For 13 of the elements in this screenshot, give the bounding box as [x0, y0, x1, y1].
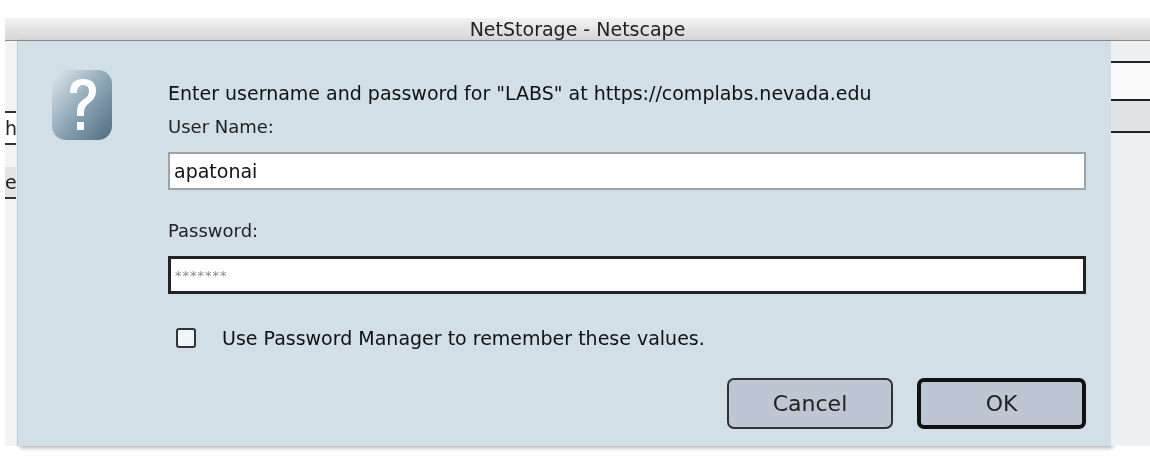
- text-fragment: e: [5, 167, 16, 199]
- checkbox-label: Use Password Manager to remember these values.: [222, 327, 705, 349]
- field-label: User Name:: [168, 116, 275, 138]
- username-field[interactable]: apatonai: [168, 152, 1086, 190]
- field-label: Password:: [168, 220, 260, 242]
- text-fragment: h: [5, 111, 16, 145]
- window-title: NetStorage - Netscape: [469, 18, 686, 40]
- ok-button[interactable]: OK: [917, 378, 1086, 429]
- prompt-message: Enter username and password for "LABS" at https://complabs.nevada.edu: [168, 81, 873, 105]
- checkbox[interactable]: [176, 328, 196, 348]
- question-icon: [51, 69, 113, 141]
- password-field[interactable]: *******: [168, 256, 1086, 294]
- cancel-button[interactable]: Cancel: [727, 378, 893, 429]
